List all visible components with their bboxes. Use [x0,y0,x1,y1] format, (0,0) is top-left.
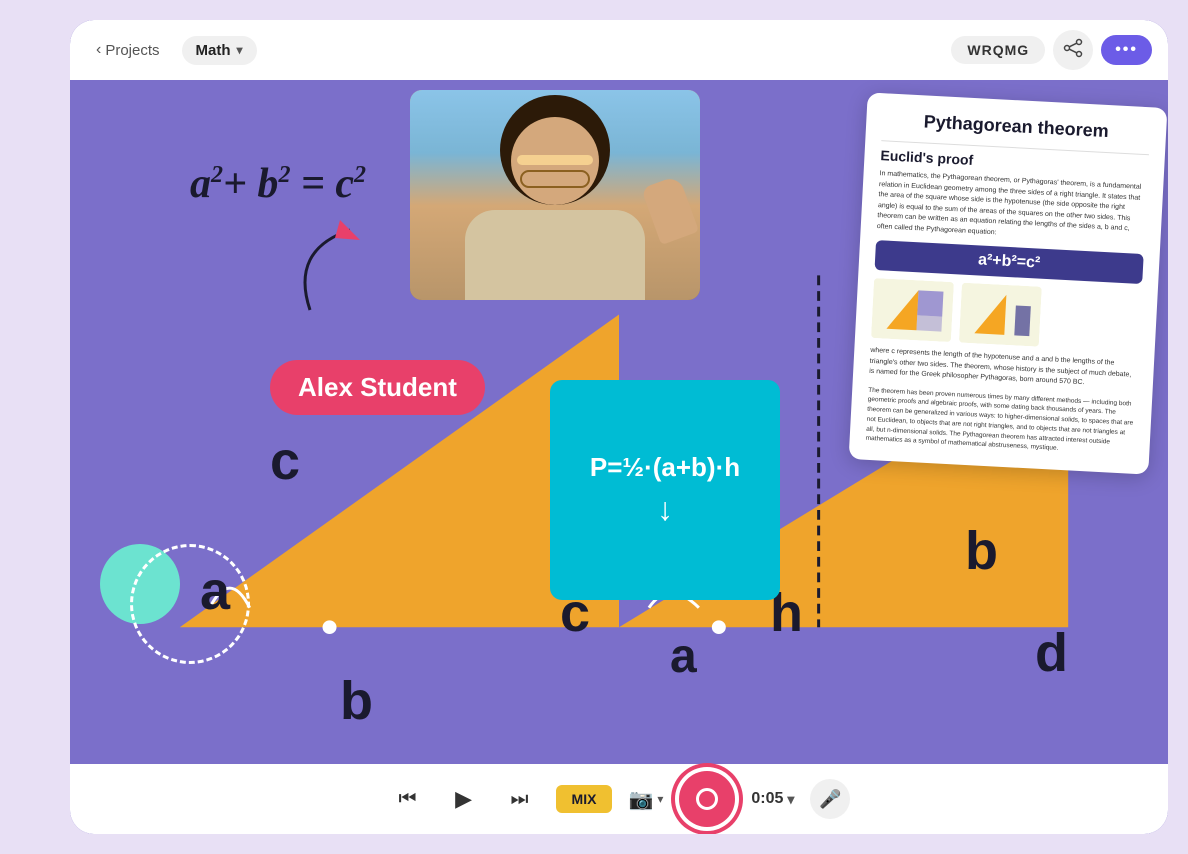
deco-dash-arc [130,544,250,664]
label-b-bottom: b [340,670,373,732]
mic-icon: 🎤 [819,789,841,810]
label-d: d [1035,622,1068,684]
session-code-badge: WRQMG [951,36,1045,64]
top-bar: ‹ Projects Math ▾ WRQMG ••• [70,20,1168,80]
doc-images-row [871,278,1142,352]
math-formula: a2+ b2 = c2 [190,160,366,208]
document-panel: Pythagorean theorem Euclid's proof In ma… [849,92,1168,474]
back-arrow-icon: ‹ [96,41,101,59]
main-container: ‹ Projects Math ▾ WRQMG ••• [70,20,1168,834]
student-name-badge: Alex Student [270,360,485,415]
forward-button[interactable]: ⏭ [500,779,540,819]
play-button[interactable]: ▶ [444,779,484,819]
doc-image-1 [871,278,954,342]
share-icon [1063,38,1083,63]
rewind-button[interactable]: ⏮ [388,779,428,819]
formula-text: a2+ b2 = c2 [190,161,366,207]
mix-label: MIX [572,791,597,807]
forward-icon: ⏭ [511,788,529,811]
timer-value: 0:05 [751,790,783,808]
label-a-left: a [200,560,230,622]
project-name: Math [196,42,231,59]
pink-arrow [280,210,400,335]
mic-button[interactable]: 🎤 [810,779,850,819]
record-inner-dot [696,788,718,810]
doc-body-3: The theorem has been proven numerous tim… [865,385,1136,457]
timer-dropdown-icon[interactable]: ▾ [787,791,794,808]
video-thumbnail [410,90,700,300]
label-c-hypotenuse: c [270,430,300,492]
project-dropdown[interactable]: Math ▾ [182,36,257,65]
formula-arrow-down: ↓ [657,491,673,528]
back-label: Projects [105,42,159,59]
label-b-right: b [965,520,998,582]
more-icon: ••• [1115,41,1138,58]
bottom-bar: ⏮ ▶ ⏭ MIX 📷 ▾ 0:05 ▾ 🎤 [70,764,1168,834]
label-a-bottom: a [670,629,697,684]
share-button[interactable] [1053,30,1093,70]
rewind-icon: ⏮ [399,788,417,811]
camera-dropdown-icon: ▾ [657,792,663,806]
doc-body-2: where c represents the length of the hyp… [869,346,1138,391]
doc-image-2 [959,283,1042,347]
session-code: WRQMG [967,42,1029,58]
back-button[interactable]: ‹ Projects [86,35,170,65]
trapezoid-formula-box: P=½·(a+b)·h ↓ [550,380,780,600]
doc-body-1: In mathematics, the Pythagorean theorem,… [877,169,1148,246]
mix-button[interactable]: MIX [556,785,613,813]
doc-formula-display: a²+b²=c² [875,240,1144,284]
more-button[interactable]: ••• [1101,35,1152,65]
camera-icon: 📷 [628,787,653,812]
doc-title: Pythagorean theorem [882,109,1151,144]
play-icon: ▶ [455,786,472,812]
trapezoid-formula: P=½·(a+b)·h [590,452,740,483]
record-button[interactable] [679,771,735,827]
student-name: Alex Student [298,372,457,402]
dropdown-arrow-icon: ▾ [237,43,243,57]
canvas-area: a2+ b2 = c2 Alex Student P=½·(a+b)·h ↓ a… [70,80,1168,764]
camera-button[interactable]: 📷 ▾ [628,787,663,812]
timer-display: 0:05 ▾ [751,790,794,808]
